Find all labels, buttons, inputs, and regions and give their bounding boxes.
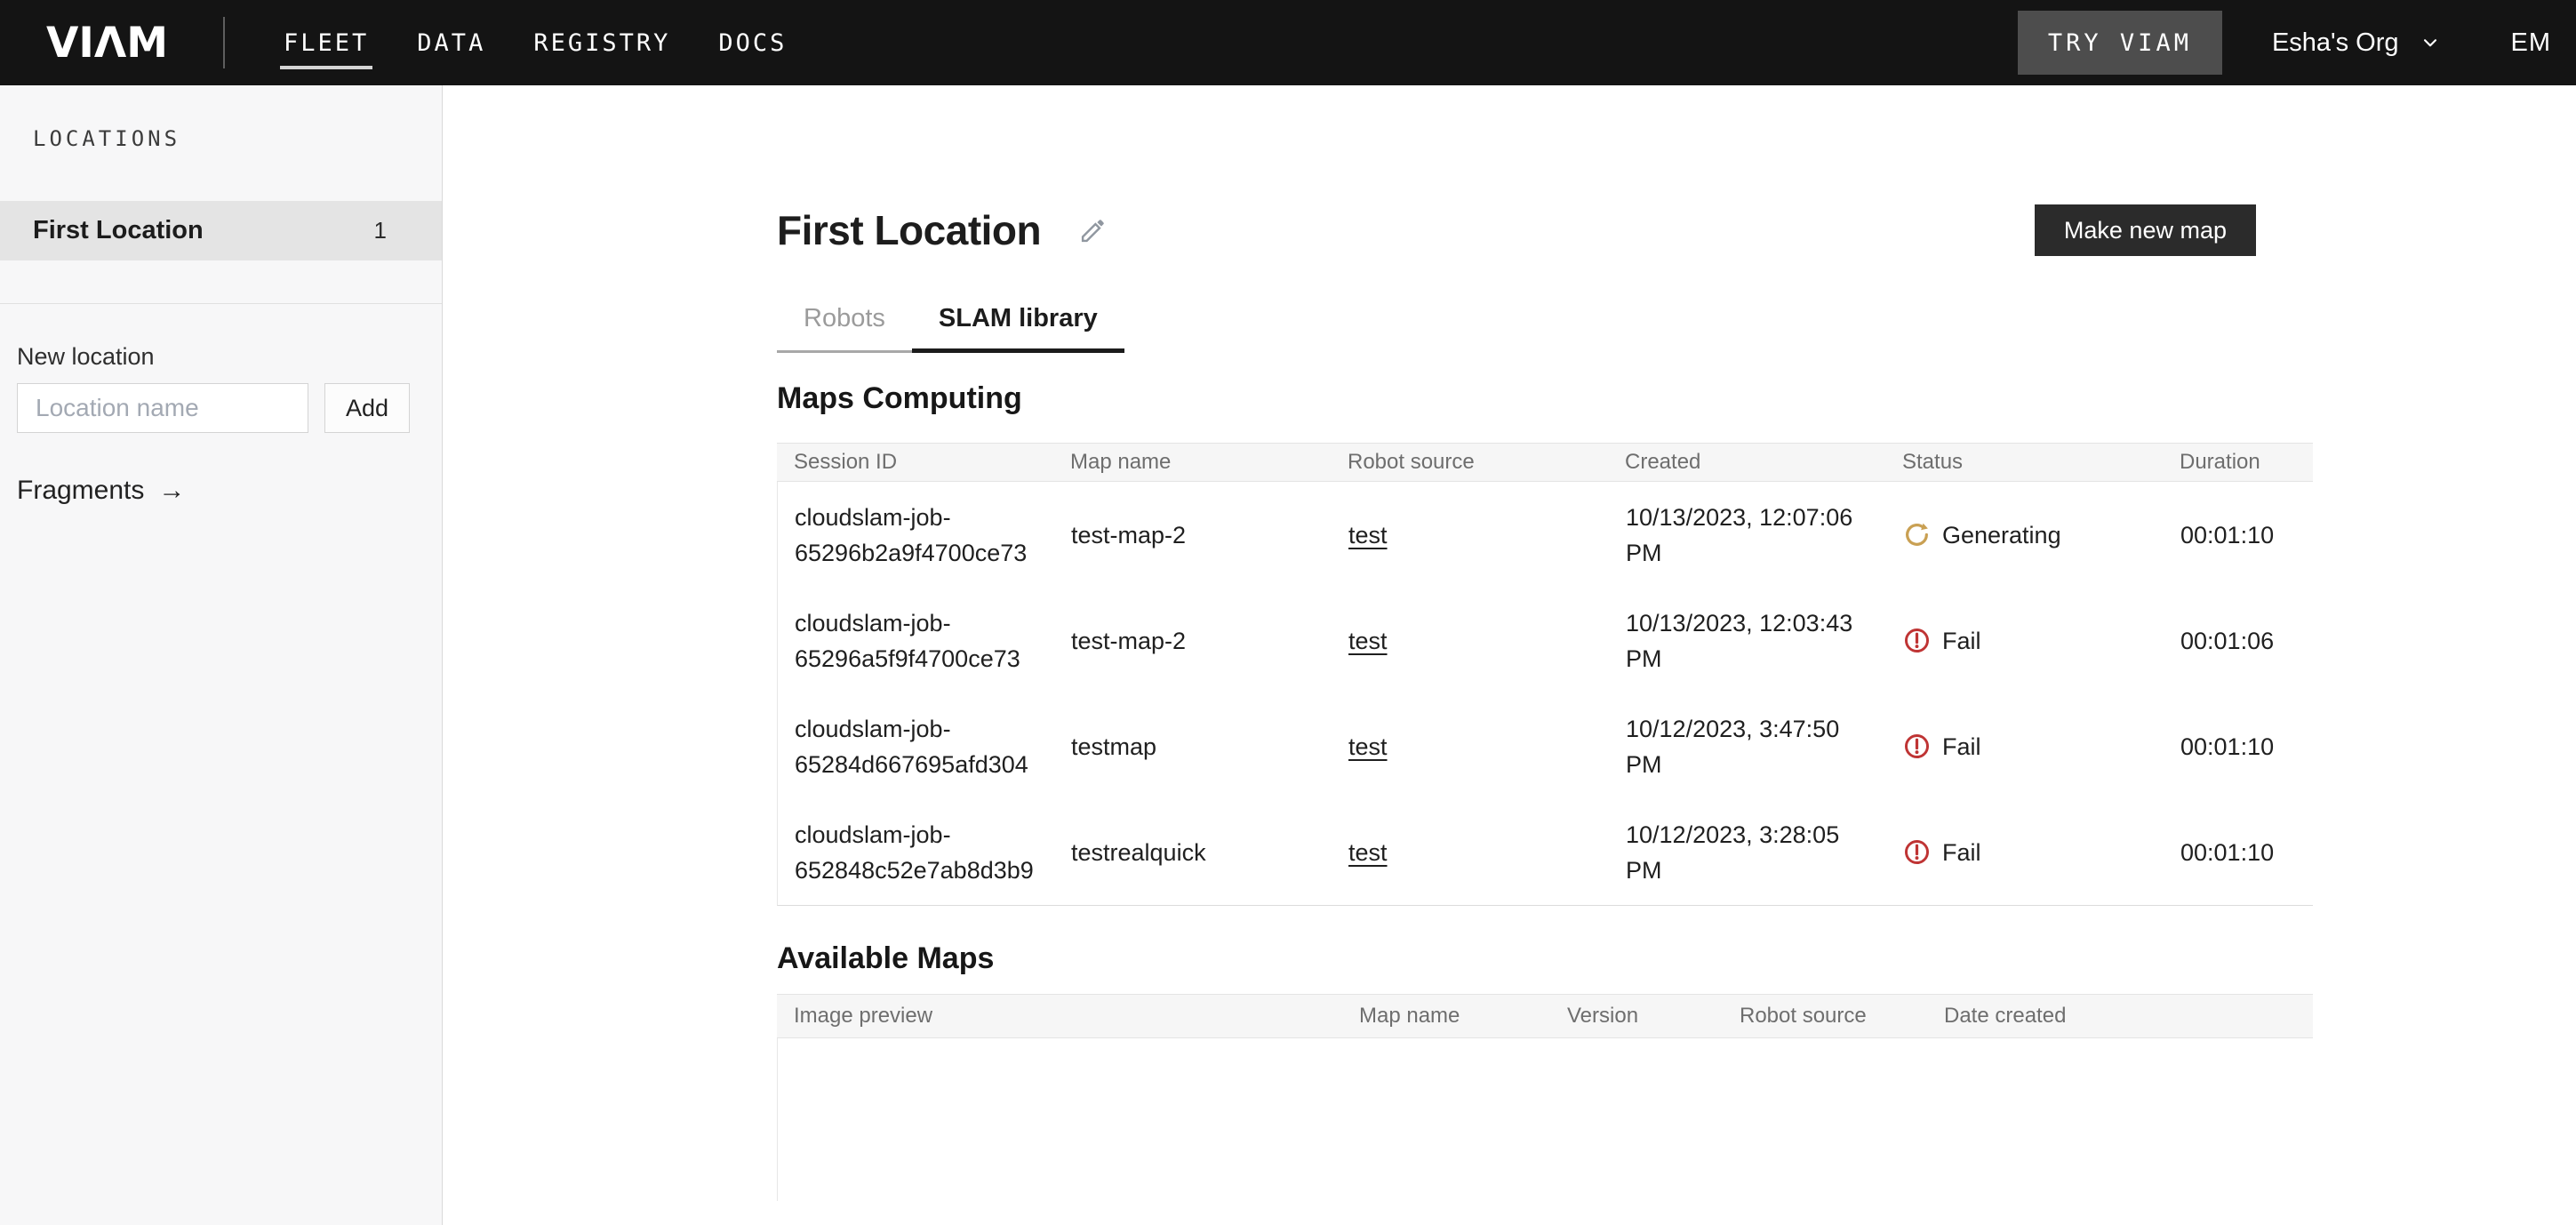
duration: 00:01:06 (2164, 623, 2313, 659)
robot-source-link[interactable]: test (1348, 628, 1388, 654)
col-duration: Duration (2163, 450, 2313, 475)
location-header: First Location Make new map (777, 85, 2313, 256)
col-map-name: Map name (1053, 450, 1331, 475)
location-name-input[interactable] (17, 383, 308, 433)
org-name: Esha's Org (2272, 28, 2399, 58)
location-name: First Location (33, 216, 204, 245)
table-row: cloudslam-job-65284d667695afd304 testmap… (778, 693, 2313, 799)
chevron-down-icon (2419, 31, 2442, 54)
fail-icon (1903, 733, 1931, 760)
created-timestamp: 10/12/2023, 3:47:50 PM (1609, 711, 1886, 782)
col-image-preview: Image preview (777, 1004, 1342, 1029)
viam-app: VIΛM FLEET DATA REGISTRY DOCS TRY VIAM E… (0, 0, 2576, 1225)
table-row: cloudslam-job-65296b2a9f4700ce73 test-ma… (778, 482, 2313, 588)
map-name: testrealquick (1054, 835, 1332, 870)
available-maps-heading: Available Maps (777, 941, 2313, 976)
map-name: testmap (1054, 729, 1332, 765)
maps-computing-table: Session ID Map name Robot source Created… (777, 443, 2313, 906)
page-title: First Location (777, 206, 1041, 254)
status-label: Fail (1942, 835, 1981, 870)
location-robot-count: 1 (374, 217, 387, 244)
maps-computing-table-header: Session ID Map name Robot source Created… (777, 443, 2313, 482)
status-cell: Fail (1886, 729, 2164, 765)
status-cell: Fail (1886, 835, 2164, 870)
sidebar-divider (0, 303, 442, 304)
nav-links: FLEET DATA REGISTRY DOCS (284, 0, 787, 85)
duration: 00:01:10 (2164, 729, 2313, 765)
try-viam-button[interactable]: TRY VIAM (2018, 11, 2222, 75)
maps-computing-heading: Maps Computing (777, 381, 2313, 416)
col-date-created: Date created (1927, 1004, 2313, 1029)
duration: 00:01:10 (2164, 835, 2313, 870)
nav-right: TRY VIAM Esha's Org EM (2018, 11, 2576, 75)
new-location-label: New location (17, 343, 442, 371)
user-avatar-initials[interactable]: EM (2511, 28, 2552, 58)
nav-divider (223, 17, 225, 68)
sidebar-item-first-location[interactable]: First Location 1 (0, 201, 442, 260)
session-id: cloudslam-job-65284d667695afd304 (778, 711, 1054, 782)
status-cell: Fail (1886, 623, 2164, 659)
nav-link-registry[interactable]: REGISTRY (533, 0, 670, 85)
created-timestamp: 10/12/2023, 3:28:05 PM (1609, 817, 1886, 888)
col-created: Created (1608, 450, 1885, 475)
fragments-label: Fragments (17, 476, 144, 506)
created-timestamp: 10/13/2023, 12:07:06 PM (1609, 500, 1886, 571)
nav-link-data[interactable]: DATA (417, 0, 485, 85)
location-tabs: Robots SLAM library (777, 304, 2313, 353)
available-maps-table: Image preview Map name Version Robot sou… (777, 994, 2313, 1201)
top-nav: VIΛM FLEET DATA REGISTRY DOCS TRY VIAM E… (0, 0, 2576, 85)
new-location-form: Add (17, 383, 442, 433)
locations-sidebar: LOCATIONS First Location 1 New location … (0, 85, 443, 1225)
session-id: cloudslam-job-65296b2a9f4700ce73 (778, 500, 1054, 571)
map-name: test-map-2 (1054, 517, 1332, 553)
nav-link-fleet[interactable]: FLEET (284, 0, 369, 85)
arrow-right-icon: → (158, 476, 185, 506)
generating-icon (1903, 521, 1931, 548)
table-row: cloudslam-job-652848c52e7ab8d3b9 testrea… (778, 799, 2313, 905)
tab-slam-library[interactable]: SLAM library (912, 304, 1124, 353)
col-version: Version (1550, 1004, 1723, 1029)
org-switcher[interactable]: Esha's Org (2272, 28, 2442, 58)
col-robot-source: Robot source (1331, 450, 1608, 475)
map-name: test-map-2 (1054, 623, 1332, 659)
col-robot-source: Robot source (1723, 1004, 1927, 1029)
session-id: cloudslam-job-65296a5f9f4700ce73 (778, 605, 1054, 677)
robot-source-link[interactable]: test (1348, 522, 1388, 548)
locations-section-label: LOCATIONS (33, 126, 442, 151)
robot-source-link[interactable]: test (1348, 733, 1388, 760)
table-row: cloudslam-job-65296a5f9f4700ce73 test-ma… (778, 588, 2313, 693)
available-maps-empty-body (777, 1038, 2313, 1201)
fragments-link[interactable]: Fragments → (17, 476, 185, 506)
edit-pencil-icon[interactable] (1078, 215, 1108, 245)
add-location-button[interactable]: Add (324, 383, 410, 433)
col-status: Status (1885, 450, 2163, 475)
status-label: Generating (1942, 517, 2061, 553)
make-new-map-button[interactable]: Make new map (2035, 204, 2256, 256)
tab-robots[interactable]: Robots (777, 304, 912, 353)
fail-icon (1903, 627, 1931, 654)
status-label: Fail (1942, 729, 1981, 765)
main-content: First Location Make new map Robots SLAM … (444, 85, 2576, 1225)
viam-logo[interactable]: VIΛM (46, 19, 168, 68)
col-session-id: Session ID (777, 450, 1053, 475)
created-timestamp: 10/13/2023, 12:03:43 PM (1609, 605, 1886, 677)
robot-source-link[interactable]: test (1348, 839, 1388, 866)
status-cell: Generating (1886, 517, 2164, 553)
nav-link-docs[interactable]: DOCS (718, 0, 787, 85)
session-id: cloudslam-job-652848c52e7ab8d3b9 (778, 817, 1054, 888)
fail-icon (1903, 838, 1931, 866)
available-maps-table-header: Image preview Map name Version Robot sou… (777, 994, 2313, 1038)
status-label: Fail (1942, 623, 1981, 659)
duration: 00:01:10 (2164, 517, 2313, 553)
col-map-name: Map name (1342, 1004, 1550, 1029)
